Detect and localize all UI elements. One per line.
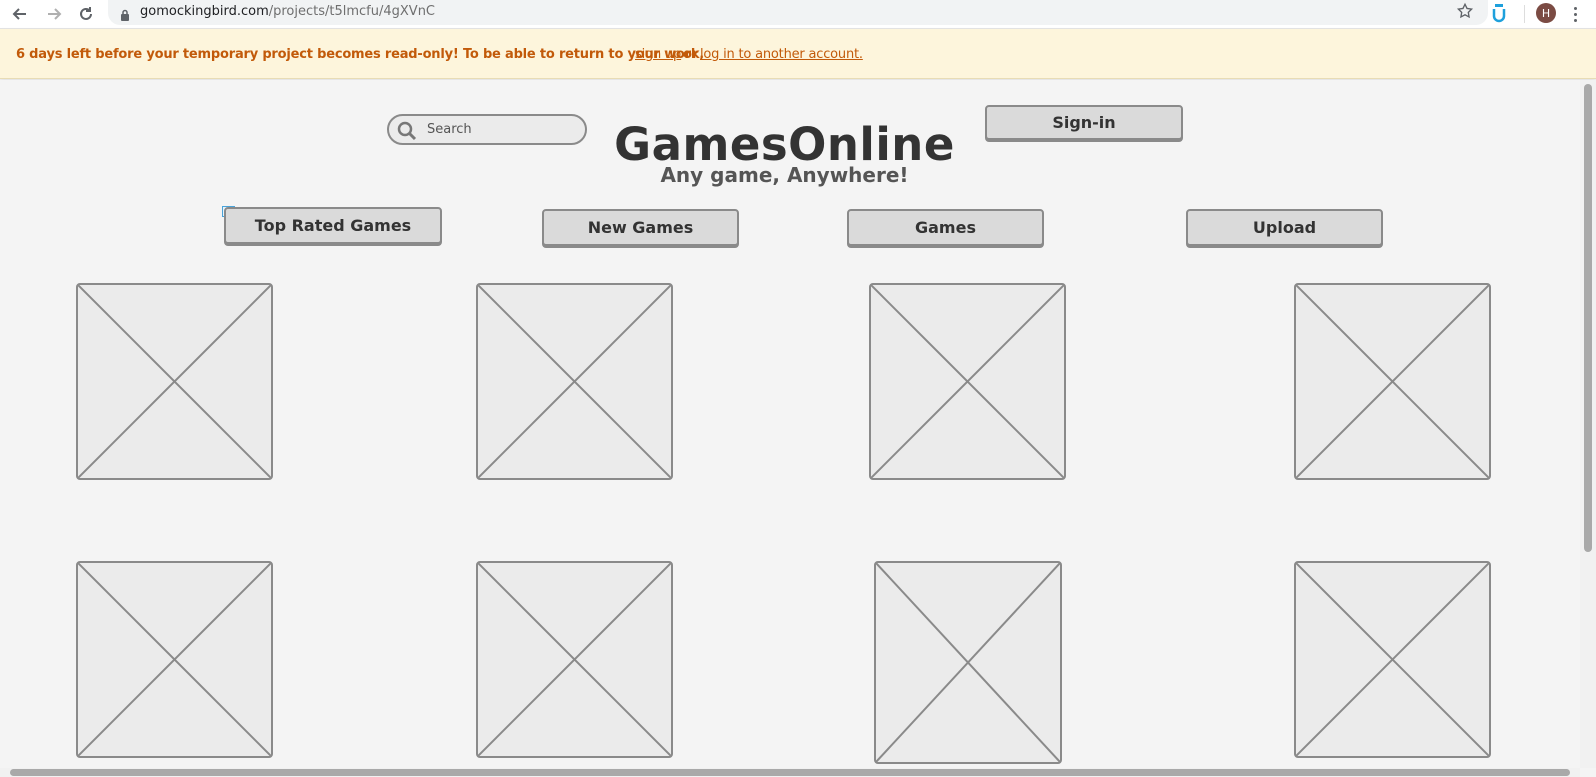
read-only-warning-banner: 6 days left before your temporary projec… — [0, 29, 1596, 79]
game-thumbnail-placeholder[interactable] — [476, 283, 673, 480]
menu-icon[interactable] — [1566, 3, 1584, 25]
games-button[interactable]: Games — [847, 209, 1044, 246]
profile-avatar[interactable]: H — [1536, 3, 1556, 23]
sign-up-link[interactable]: sign up — [635, 47, 681, 62]
forward-icon[interactable] — [42, 2, 66, 26]
game-thumbnail-placeholder[interactable] — [76, 283, 273, 480]
vertical-scroll-thumb[interactable] — [1584, 84, 1592, 552]
banner-message: 6 days left before your temporary projec… — [16, 47, 705, 62]
back-icon[interactable] — [8, 2, 32, 26]
banner-or-text: or — [683, 47, 699, 62]
top-rated-games-button[interactable]: Top Rated Games — [224, 207, 442, 244]
toolbar-divider — [1524, 5, 1525, 23]
game-thumbnail-placeholder[interactable] — [1294, 561, 1491, 758]
search-icon — [397, 121, 417, 145]
sign-in-button[interactable]: Sign-in — [985, 105, 1183, 140]
lock-icon — [120, 6, 130, 25]
log-in-link[interactable]: log in to another account. — [700, 47, 863, 62]
game-thumbnail-placeholder[interactable] — [476, 561, 673, 758]
game-thumbnail-placeholder[interactable] — [869, 283, 1066, 480]
search-input[interactable]: Search — [387, 114, 587, 145]
game-thumbnail-placeholder[interactable] — [1294, 283, 1491, 480]
browser-toolbar: gomockingbird.com/projects/t5lmcfu/4gXVn… — [0, 0, 1596, 29]
extension-icon[interactable] — [1490, 3, 1508, 27]
search-placeholder: Search — [427, 122, 472, 137]
game-thumbnail-placeholder[interactable] — [874, 561, 1062, 764]
upload-button[interactable]: Upload — [1186, 209, 1383, 246]
url-text: gomockingbird.com/projects/t5lmcfu/4gXVn… — [140, 4, 436, 19]
address-bar[interactable]: gomockingbird.com/projects/t5lmcfu/4gXVn… — [108, 0, 1488, 25]
reload-icon[interactable] — [74, 2, 98, 26]
vertical-scrollbar[interactable] — [1580, 80, 1596, 768]
star-icon[interactable] — [1456, 2, 1474, 24]
game-thumbnail-placeholder[interactable] — [76, 561, 273, 758]
new-games-button[interactable]: New Games — [542, 209, 739, 246]
page-subtitle: Any game, Anywhere! — [660, 163, 909, 187]
horizontal-scrollbar[interactable] — [0, 768, 1580, 777]
horizontal-scroll-thumb[interactable] — [10, 769, 1570, 776]
